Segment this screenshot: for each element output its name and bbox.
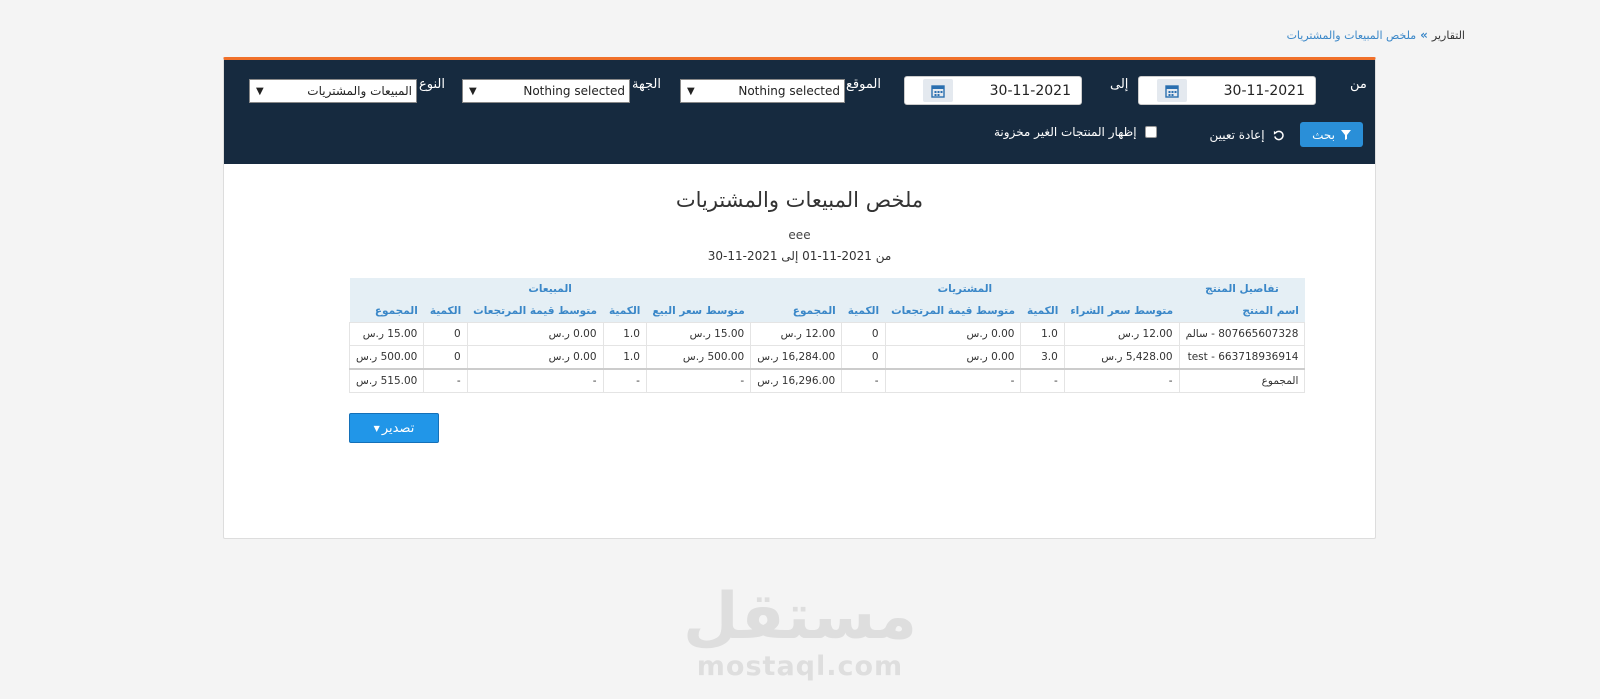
table-cell: 0.00 ر.س xyxy=(884,322,1022,346)
filter-bar: من 30-11-2021 إلى 30-11-2021 الموقع ▼ No… xyxy=(224,60,1375,164)
table-cell: 1.0 xyxy=(602,345,647,370)
table-cell: 5,428.00 ر.س xyxy=(1063,345,1180,370)
to-date-input[interactable]: 30-11-2021 xyxy=(904,76,1082,105)
col-sales-avg-price: متوسط سعر البيع xyxy=(646,300,751,323)
table-row: 807665607328 - سالم 12.00 ر.س 1.0 0.00 ر… xyxy=(348,322,1306,346)
table-cell: 0.00 ر.س xyxy=(466,345,604,370)
table-cell: - xyxy=(1063,368,1180,393)
watermark-logo: مستقل xyxy=(682,580,918,654)
col-sales-avg-return: متوسط قيمة المرتجعات xyxy=(467,300,604,323)
from-date-input[interactable]: 30-11-2021 xyxy=(1138,76,1316,105)
location-label: الموقع xyxy=(846,77,881,92)
column-header-row: اسم المنتج متوسط سعر الشراء الكمية متوسط… xyxy=(349,300,1305,323)
total-row: المجموع - - - - 16,296.00 ر.س - - - - 51… xyxy=(348,368,1306,393)
table-cell: 1.0 xyxy=(602,322,647,346)
table-cell: 0 xyxy=(841,322,886,346)
table-cell: - xyxy=(645,368,752,393)
table-cell: 0.00 ر.س xyxy=(884,345,1022,370)
col-sales-return-qty: الكمية xyxy=(423,300,468,323)
col-purchase-avg-return: متوسط قيمة المرتجعات xyxy=(885,300,1021,323)
undo-icon xyxy=(1273,130,1284,140)
group-purchases: المشتريات xyxy=(750,278,1180,300)
type-select[interactable]: ▼ المبيعات والمشتريات xyxy=(249,79,417,103)
col-purchase-qty: الكمية xyxy=(1020,300,1065,323)
table-cell: - xyxy=(884,368,1022,393)
party-label: الجهة xyxy=(632,77,661,92)
table-cell: 15.00 ر.س xyxy=(645,322,752,346)
table-cell: 16,296.00 ر.س xyxy=(750,368,843,393)
to-label: إلى xyxy=(1110,77,1129,92)
show-non-stock-checkbox[interactable] xyxy=(1144,126,1157,138)
reset-button[interactable]: إعادة تعيين xyxy=(1199,123,1294,147)
table-cell: 500.00 ر.س xyxy=(348,345,425,370)
filter-icon xyxy=(1340,129,1351,140)
double-chevron-icon: » xyxy=(1420,28,1428,42)
type-label: النوع xyxy=(419,77,445,92)
table-cell: 1.0 xyxy=(1020,322,1065,346)
export-dropdown-button[interactable]: ▼ تصدير xyxy=(349,413,439,443)
to-date-value: 30-11-2021 xyxy=(989,82,1071,99)
table-cell: 0 xyxy=(423,345,468,370)
report-subtitle: eee xyxy=(788,228,811,242)
calendar-icon[interactable] xyxy=(1157,79,1187,102)
breadcrumb: التقارير » ملخص المبيعات والمشتريات xyxy=(1287,28,1465,42)
col-purchase-total: المجموع xyxy=(750,300,842,323)
group-sales: المبيعات xyxy=(349,278,751,300)
table-cell: - xyxy=(602,368,647,393)
table-cell: 16,284.00 ر.س xyxy=(750,345,843,370)
table-cell: 3.0 xyxy=(1020,345,1065,370)
party-select[interactable]: ▼ Nothing selected xyxy=(462,79,630,103)
table-cell: test - 663718936914 xyxy=(1178,345,1306,370)
group-header-row: تفاصيل المنتج المشتريات المبيعات xyxy=(349,278,1305,300)
search-button[interactable]: بحث xyxy=(1300,122,1363,147)
table-cell: 0 xyxy=(423,322,468,346)
table-cell: - xyxy=(1020,368,1065,393)
table-cell: - xyxy=(423,368,468,393)
watermark-url: mostaql.com xyxy=(696,651,904,682)
breadcrumb-reports-link[interactable]: التقارير xyxy=(1432,29,1465,42)
summary-table: تفاصيل المنتج المشتريات المبيعات اسم الم… xyxy=(348,278,1306,393)
col-sales-total: المجموع xyxy=(349,300,424,323)
breadcrumb-current[interactable]: ملخص المبيعات والمشتريات xyxy=(1287,29,1417,42)
col-product-name: اسم المنتج xyxy=(1179,300,1305,323)
table-cell: - xyxy=(466,368,604,393)
table-cell: 807665607328 - سالم xyxy=(1178,322,1306,346)
chevron-down-icon: ▼ xyxy=(256,85,264,97)
location-select[interactable]: ▼ Nothing selected xyxy=(680,79,845,103)
calendar-icon[interactable] xyxy=(923,79,953,102)
table-row: test - 663718936914 5,428.00 ر.س 3.0 0.0… xyxy=(348,345,1306,370)
table-cell: 515.00 ر.س xyxy=(348,368,425,393)
report-date-range: من 2021-11-01 إلى 2021-11-30 xyxy=(707,249,892,263)
show-non-stock-toggle[interactable]: إظهار المنتجات الغير مخزونة xyxy=(994,122,1157,142)
col-purchase-avg-price: متوسط سعر الشراء xyxy=(1064,300,1180,323)
caret-down-icon: ▼ xyxy=(373,423,380,433)
group-product: تفاصيل المنتج xyxy=(1179,278,1305,300)
chevron-down-icon: ▼ xyxy=(469,85,477,97)
report-card: من 30-11-2021 إلى 30-11-2021 الموقع ▼ No… xyxy=(223,57,1376,539)
chevron-down-icon: ▼ xyxy=(687,85,695,97)
table-cell: 500.00 ر.س xyxy=(645,345,752,370)
table-cell: 12.00 ر.س xyxy=(1063,322,1180,346)
table-cell: - xyxy=(841,368,886,393)
table-cell: 12.00 ر.س xyxy=(750,322,843,346)
col-purchase-return-qty: الكمية xyxy=(841,300,886,323)
col-sales-qty: الكمية xyxy=(603,300,647,323)
table-cell: 15.00 ر.س xyxy=(348,322,425,346)
report-title: ملخص المبيعات والمشتريات xyxy=(675,188,924,212)
table-cell: 0 xyxy=(841,345,886,370)
from-label: من xyxy=(1350,77,1367,92)
table-cell: المجموع xyxy=(1178,368,1306,393)
from-date-value: 30-11-2021 xyxy=(1223,82,1305,99)
table-cell: 0.00 ر.س xyxy=(466,322,604,346)
